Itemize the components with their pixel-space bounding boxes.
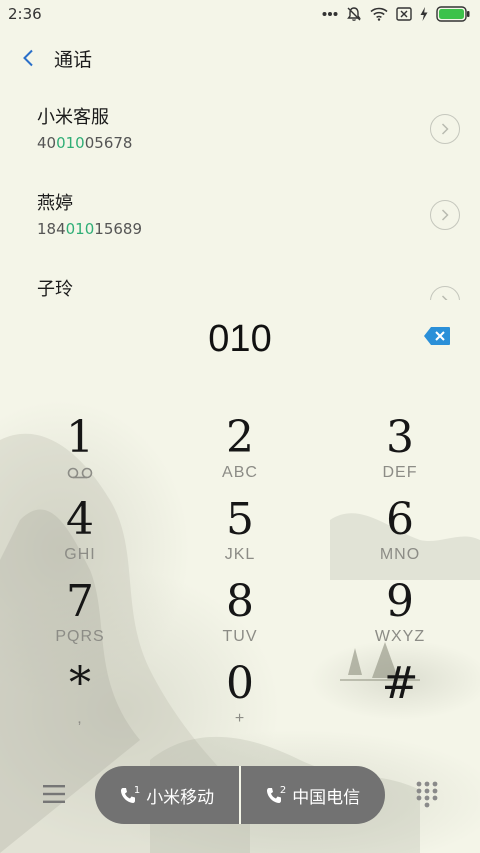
key-1[interactable]: 1 xyxy=(0,412,160,494)
dialpad-toggle-button[interactable] xyxy=(414,780,440,810)
key-digit: * xyxy=(69,658,91,709)
page-title: 通话 xyxy=(54,48,93,71)
key-6[interactable]: 6 MNO xyxy=(320,494,480,576)
keypad-row: 7 PQRS 8 TUV 9 WXYZ xyxy=(0,576,480,658)
key-digit: 3 xyxy=(386,412,414,463)
contact-name: 子玲 xyxy=(37,279,73,300)
key-digit: 6 xyxy=(386,494,414,545)
more-dots-icon xyxy=(322,12,338,16)
dial-keypad: 1 2 ABC 3 DEF 4 GHI 5 JKL 6 MNO 7 PQRS 8… xyxy=(0,412,480,740)
chevron-right-icon xyxy=(441,295,448,300)
key-0[interactable]: 0 + xyxy=(160,658,320,740)
contact-detail-button[interactable] xyxy=(430,200,460,230)
contact-detail-button[interactable] xyxy=(430,286,460,300)
sim2-label: 中国电信 xyxy=(292,787,361,808)
battery-icon xyxy=(436,6,470,22)
key-9[interactable]: 9 WXYZ xyxy=(320,576,480,658)
keypad-row: 4 GHI 5 JKL 6 MNO xyxy=(0,494,480,576)
status-icons xyxy=(322,6,470,22)
status-time: 2:36 xyxy=(8,5,42,23)
backspace-button[interactable] xyxy=(423,326,451,346)
key-digit: # xyxy=(381,658,419,709)
key-digit: 5 xyxy=(226,494,254,545)
key-hash[interactable]: # xyxy=(320,658,480,740)
call-sim2-button[interactable]: 2 中国电信 xyxy=(241,766,385,824)
key-digit: 0 xyxy=(226,658,254,709)
key-letters: ABC xyxy=(222,464,258,481)
key-letters: + xyxy=(234,710,246,727)
wifi-icon xyxy=(370,7,388,21)
keypad-row: 1 2 ABC 3 DEF xyxy=(0,412,480,494)
phone-sim2-icon: 2 xyxy=(266,786,286,804)
key-letters: GHI xyxy=(64,546,96,563)
back-button[interactable] xyxy=(0,40,56,76)
dialed-number-display: 010 xyxy=(208,318,272,360)
call-button-group: 1 小米移动 2 中国电信 xyxy=(95,766,385,824)
backspace-icon xyxy=(424,327,450,345)
contact-number: 4001005678 xyxy=(37,134,133,152)
chevron-right-icon xyxy=(441,123,449,135)
key-3[interactable]: 3 DEF xyxy=(320,412,480,494)
key-5[interactable]: 5 JKL xyxy=(160,494,320,576)
key-2[interactable]: 2 ABC xyxy=(160,412,320,494)
chevron-right-icon xyxy=(441,209,449,221)
voicemail-icon xyxy=(67,464,93,482)
key-7[interactable]: 7 PQRS xyxy=(0,576,160,658)
key-letters: TUV xyxy=(222,628,258,645)
key-digit: 7 xyxy=(66,576,94,627)
menu-button[interactable] xyxy=(40,782,68,806)
list-item[interactable]: 燕婷 18401015689 xyxy=(0,182,480,268)
menu-icon xyxy=(43,785,65,803)
key-digit: 8 xyxy=(226,576,254,627)
sim1-label: 小米移动 xyxy=(146,787,215,808)
key-digit: 4 xyxy=(66,494,94,545)
dialpad-icon xyxy=(416,781,438,808)
status-bar: 2:36 xyxy=(0,0,480,28)
charging-icon xyxy=(420,7,428,21)
key-8[interactable]: 8 TUV xyxy=(160,576,320,658)
key-digit: 2 xyxy=(226,412,254,463)
silent-bell-icon xyxy=(347,7,361,21)
key-letters: MNO xyxy=(379,546,421,563)
list-item[interactable]: 子玲 xyxy=(0,268,480,300)
contact-number: 18401015689 xyxy=(37,220,142,238)
key-letters: JKL xyxy=(224,546,256,563)
key-letters: WXYZ xyxy=(374,628,426,645)
chevron-left-icon xyxy=(23,49,33,67)
key-letters: DEF xyxy=(382,464,418,481)
key-digit: 9 xyxy=(386,576,414,627)
bottom-bar: 1 小米移动 2 中国电信 xyxy=(0,766,480,826)
key-4[interactable]: 4 GHI xyxy=(0,494,160,576)
keypad-row: * , 0 + # xyxy=(0,658,480,740)
call-sim1-button[interactable]: 1 小米移动 xyxy=(95,766,239,824)
number-match-highlight: 010 xyxy=(65,220,95,238)
contact-detail-button[interactable] xyxy=(430,114,460,144)
no-sim-icon xyxy=(396,7,412,21)
contact-results-list[interactable]: 小米客服 4001005678 燕婷 18401015689 子玲 xyxy=(0,96,480,300)
number-match-highlight: 010 xyxy=(56,134,85,152)
key-digit: 1 xyxy=(66,412,94,463)
key-letters: PQRS xyxy=(55,628,105,645)
list-item[interactable]: 小米客服 4001005678 xyxy=(0,96,480,182)
contact-name: 小米客服 xyxy=(37,107,109,128)
phone-sim1-icon: 1 xyxy=(120,786,140,804)
key-star[interactable]: * , xyxy=(0,658,160,740)
header: 通话 xyxy=(0,40,480,76)
contact-name: 燕婷 xyxy=(37,193,73,214)
key-letters: , xyxy=(77,710,83,727)
